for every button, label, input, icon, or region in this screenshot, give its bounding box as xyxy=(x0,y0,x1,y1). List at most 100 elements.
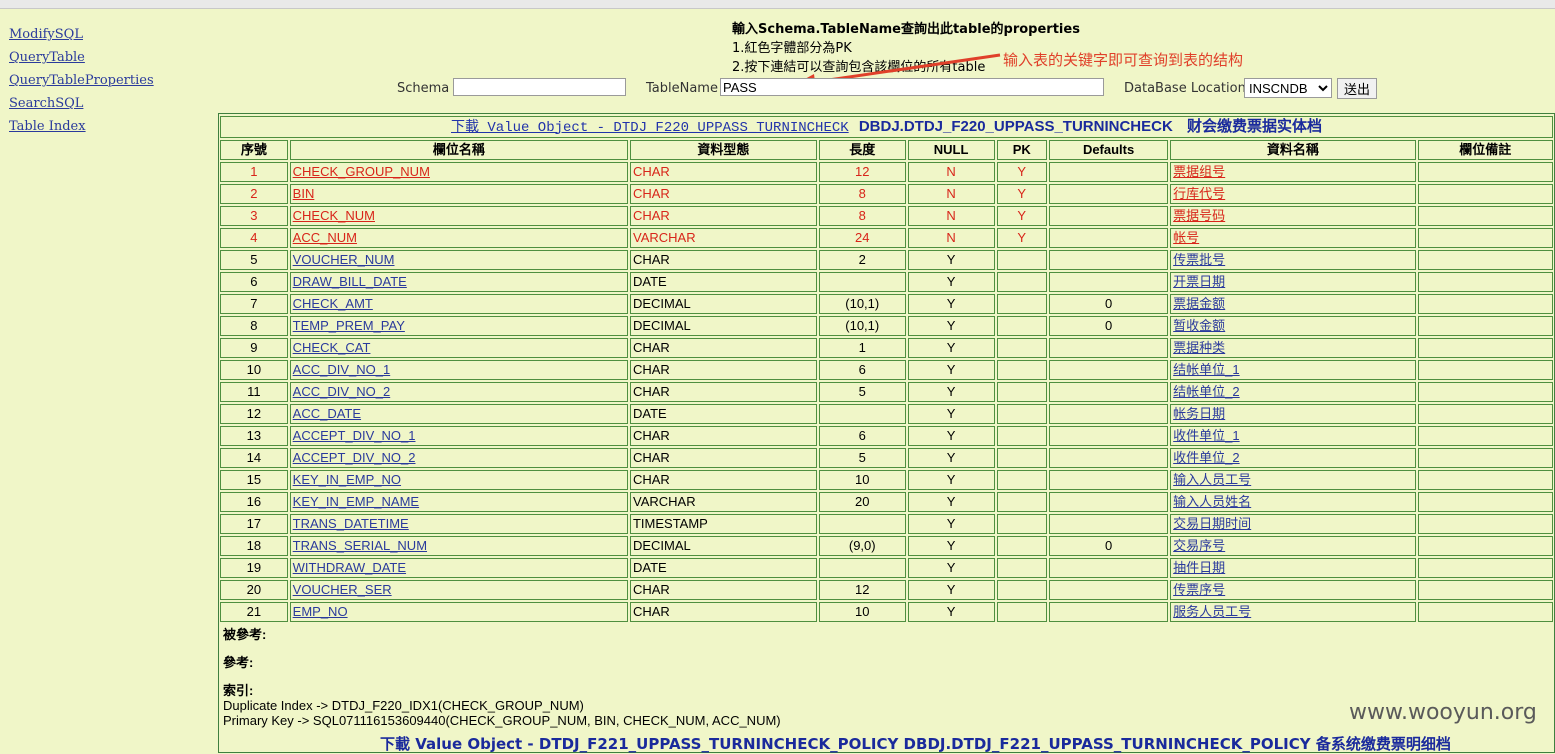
cell-data-name-link[interactable]: 帐号 xyxy=(1173,230,1199,245)
cell-remark xyxy=(1417,558,1553,578)
cell-column-name-link[interactable]: TEMP_PREM_PAY xyxy=(293,318,405,333)
table-row: 19 WITHDRAW_DATE DATE Y 抽件日期 xyxy=(220,558,1553,578)
cell-pk xyxy=(996,448,1047,468)
cell-length xyxy=(818,514,906,534)
cell-data-name-link[interactable]: 结帐单位_2 xyxy=(1173,384,1239,399)
cell-data-name-link[interactable]: 输入人员姓名 xyxy=(1173,494,1251,509)
cell-column-name-link[interactable]: WITHDRAW_DATE xyxy=(293,560,406,575)
download-value-object-link[interactable]: 下載 Value Object - DTDJ_F220_UPPASS_TURNI… xyxy=(451,120,849,136)
nav-link-modifysql[interactable]: ModifySQL xyxy=(9,25,154,48)
cell-column-name-link[interactable]: EMP_NO xyxy=(293,604,348,619)
cell-data-name-link[interactable]: 输入人员工号 xyxy=(1173,472,1251,487)
db-location-select[interactable]: INSCNDB xyxy=(1244,78,1332,98)
cell-null: Y xyxy=(907,492,995,512)
cell-column-name-link[interactable]: BIN xyxy=(293,186,315,201)
cell-length: 12 xyxy=(818,580,906,600)
cell-null: Y xyxy=(907,338,995,358)
cell-column-name-link[interactable]: CHECK_AMT xyxy=(293,296,373,311)
cell-data-type: DATE xyxy=(629,404,817,424)
cell-no: 16 xyxy=(220,492,288,512)
cell-pk xyxy=(996,360,1047,380)
cell-data-name-link[interactable]: 票据金额 xyxy=(1173,296,1225,311)
cell-length: 2 xyxy=(818,250,906,270)
cell-data-name-link[interactable]: 帐务日期 xyxy=(1173,406,1225,421)
cell-data-name: 传票序号 xyxy=(1170,580,1416,600)
table-caption: 下載 Value Object - DTDJ_F220_UPPASS_TURNI… xyxy=(220,116,1553,138)
cell-data-name-link[interactable]: 交易日期时间 xyxy=(1173,516,1251,531)
next-table-caption[interactable]: 下載 Value Object - DTDJ_F221_UPPASS_TURNI… xyxy=(380,733,1451,754)
cell-column-name-link[interactable]: TRANS_DATETIME xyxy=(293,516,409,531)
cell-data-name-link[interactable]: 收件单位_1 xyxy=(1173,428,1239,443)
cell-remark xyxy=(1417,514,1553,534)
cell-remark xyxy=(1417,162,1553,182)
cell-column-name-link[interactable]: KEY_IN_EMP_NAME xyxy=(293,494,419,509)
table-row: 21 EMP_NO CHAR 10 Y 服务人员工号 xyxy=(220,602,1553,622)
cell-data-name-link[interactable]: 开票日期 xyxy=(1173,274,1225,289)
cell-column-name-link[interactable]: TRANS_SERIAL_NUM xyxy=(293,538,427,553)
cell-no: 4 xyxy=(220,228,288,248)
cell-remark xyxy=(1417,206,1553,226)
cell-no: 11 xyxy=(220,382,288,402)
cell-data-name-link[interactable]: 传票序号 xyxy=(1173,582,1225,597)
cell-data-name-link[interactable]: 收件单位_2 xyxy=(1173,450,1239,465)
cell-remark xyxy=(1417,602,1553,622)
cell-data-name: 收件单位_2 xyxy=(1170,448,1416,468)
cell-column-name-link[interactable]: ACC_DIV_NO_1 xyxy=(293,362,391,377)
cell-data-name-link[interactable]: 交易序号 xyxy=(1173,538,1225,553)
table-row: 3 CHECK_NUM CHAR 8 N Y 票据号码 xyxy=(220,206,1553,226)
cell-data-name-link[interactable]: 服务人员工号 xyxy=(1173,604,1251,619)
cell-column-name-link[interactable]: ACCEPT_DIV_NO_2 xyxy=(293,450,416,465)
tablename-input[interactable] xyxy=(720,78,1104,96)
cell-data-name-link[interactable]: 票据组号 xyxy=(1173,164,1225,179)
nav-link-table-index[interactable]: Table Index xyxy=(9,117,154,140)
cell-column-name-link[interactable]: ACC_NUM xyxy=(293,230,357,245)
cell-length: (10,1) xyxy=(818,316,906,336)
cell-length: 1 xyxy=(818,338,906,358)
cell-data-name-link[interactable]: 暂收金额 xyxy=(1173,318,1225,333)
cell-column-name: ACC_DIV_NO_2 xyxy=(289,382,628,402)
cell-column-name-link[interactable]: CHECK_CAT xyxy=(293,340,371,355)
cell-column-name-link[interactable]: CHECK_GROUP_NUM xyxy=(293,164,430,179)
watermark: www.wooyun.org xyxy=(1349,700,1537,725)
cell-column-name-link[interactable]: CHECK_NUM xyxy=(293,208,375,223)
cell-null: Y xyxy=(907,470,995,490)
submit-button[interactable]: 送出 xyxy=(1337,78,1378,99)
cell-column-name: TRANS_DATETIME xyxy=(289,514,628,534)
db-location-label: DataBase Location : xyxy=(1124,81,1255,96)
table-row: 12 ACC_DATE DATE Y 帐务日期 xyxy=(220,404,1553,424)
schema-input[interactable] xyxy=(453,78,626,96)
header-data-name: 資料名稱 xyxy=(1170,140,1416,160)
cell-length: (10,1) xyxy=(818,294,906,314)
cell-column-name-link[interactable]: KEY_IN_EMP_NO xyxy=(293,472,401,487)
cell-default xyxy=(1049,184,1169,204)
cell-column-name-link[interactable]: DRAW_BILL_DATE xyxy=(293,274,407,289)
cell-length: (9,0) xyxy=(818,536,906,556)
cell-data-name-link[interactable]: 抽件日期 xyxy=(1173,560,1225,575)
cell-length: 20 xyxy=(818,492,906,512)
cell-column-name-link[interactable]: ACC_DATE xyxy=(293,406,361,421)
header-no: 序號 xyxy=(220,140,288,160)
cell-data-type: CHAR xyxy=(629,426,817,446)
header-null: NULL xyxy=(907,140,995,160)
cell-column-name-link[interactable]: VOUCHER_NUM xyxy=(293,252,395,267)
cell-data-name-link[interactable]: 票据号码 xyxy=(1173,208,1225,223)
cell-data-name-link[interactable]: 传票批号 xyxy=(1173,252,1225,267)
cell-data-name-link[interactable]: 行库代号 xyxy=(1173,186,1225,201)
cell-data-name: 收件单位_1 xyxy=(1170,426,1416,446)
cell-length: 10 xyxy=(818,602,906,622)
cell-column-name-link[interactable]: VOUCHER_SER xyxy=(293,582,392,597)
cell-null: Y xyxy=(907,514,995,534)
cell-data-name: 行库代号 xyxy=(1170,184,1416,204)
cell-length: 6 xyxy=(818,360,906,380)
table-row: 10 ACC_DIV_NO_1 CHAR 6 Y 结帐单位_1 xyxy=(220,360,1553,380)
cell-length xyxy=(818,272,906,292)
index-label: 索引: xyxy=(223,683,254,698)
cell-data-name: 帐务日期 xyxy=(1170,404,1416,424)
cell-data-name-link[interactable]: 结帐单位_1 xyxy=(1173,362,1239,377)
cell-remark xyxy=(1417,184,1553,204)
cell-column-name-link[interactable]: ACCEPT_DIV_NO_1 xyxy=(293,428,416,443)
nav-link-querytable[interactable]: QueryTable xyxy=(9,48,154,71)
cell-data-type: VARCHAR xyxy=(629,228,817,248)
cell-data-name-link[interactable]: 票据种类 xyxy=(1173,340,1225,355)
cell-column-name-link[interactable]: ACC_DIV_NO_2 xyxy=(293,384,391,399)
